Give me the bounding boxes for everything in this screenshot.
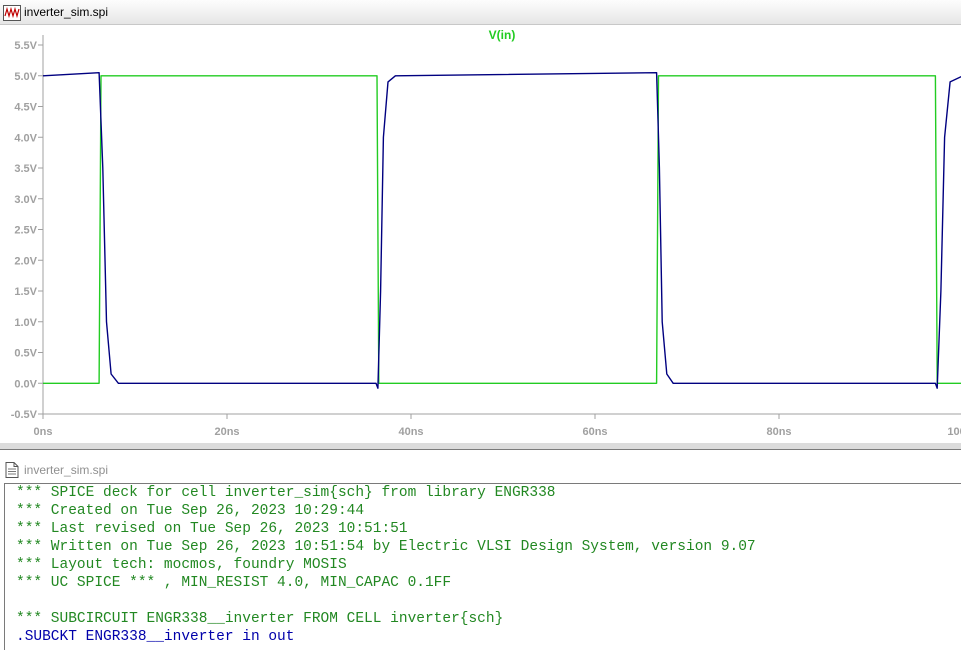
- trace-vout: [42, 72, 961, 389]
- code-line: *** UC SPICE *** , MIN_RESIST 4.0, MIN_C…: [16, 575, 452, 591]
- text-window-titlebar[interactable]: inverter_sim.spi: [0, 458, 961, 482]
- x-tick-label: 20ns: [214, 426, 239, 438]
- document-icon: [5, 462, 19, 478]
- waveform-window: inverter_sim.spi 5.5V 5.0V 4.5V 4.0V 3.5V 3.0…: [0, 0, 961, 444]
- plot-traces: [42, 72, 961, 389]
- y-tick-label: 2.5V: [14, 225, 37, 237]
- y-tick-label: 0.5V: [14, 348, 37, 360]
- spice-text-window: inverter_sim.spi *** SPICE deck for cell…: [0, 449, 961, 650]
- waveform-window-title: inverter_sim.spi: [24, 5, 109, 19]
- code-line: *** SUBCIRCUIT ENGR338__inverter FROM CE…: [16, 611, 504, 627]
- x-tick-label: 40ns: [398, 426, 423, 438]
- y-tick-label: 4.0V: [14, 132, 37, 144]
- spice-code-editor[interactable]: *** SPICE deck for cell inverter_sim{sch…: [4, 483, 961, 650]
- code-line: .SUBCKT ENGR338__inverter in out: [16, 629, 295, 645]
- y-tick-label: 1.5V: [14, 286, 37, 298]
- x-tick-label: 100ns: [947, 426, 961, 438]
- y-tick-label: -0.5V: [11, 409, 38, 421]
- plot-axes: 5.5V 5.0V 4.5V 4.0V 3.5V 3.0V 2.5V 2.0V 1.5V 1.0V…: [11, 35, 961, 438]
- trace-vin: [43, 75, 961, 384]
- y-tick-label: 3.5V: [14, 163, 37, 175]
- y-tick-label: 5.5V: [14, 40, 37, 52]
- x-tick-label: 80ns: [766, 426, 791, 438]
- code-line: *** Layout tech: mocmos, foundry MOSIS: [16, 557, 347, 573]
- y-tick-label: 1.0V: [14, 317, 37, 329]
- code-line: *** Last revised on Tue Sep 26, 2023 10:…: [16, 521, 408, 537]
- y-tick-label: 4.5V: [14, 102, 37, 114]
- waveform-window-titlebar[interactable]: inverter_sim.spi: [0, 0, 961, 25]
- x-tick-label: 0ns: [34, 426, 53, 438]
- x-tick-label: 60ns: [582, 426, 607, 438]
- y-tick-label: 5.0V: [14, 71, 37, 83]
- waveform-icon: [3, 5, 21, 21]
- y-tick-label: 0.0V: [14, 378, 37, 390]
- code-line: *** Created on Tue Sep 26, 2023 10:29:44: [16, 503, 365, 519]
- code-line: *** SPICE deck for cell inverter_sim{sch…: [16, 485, 556, 501]
- code-line: *** Written on Tue Sep 26, 2023 10:51:54…: [16, 539, 756, 555]
- text-window-title: inverter_sim.spi: [24, 463, 109, 477]
- y-tick-label: 3.0V: [14, 194, 37, 206]
- y-tick-label: 2.0V: [14, 255, 37, 267]
- trace-label-vin[interactable]: V(in): [489, 28, 516, 42]
- waveform-plot[interactable]: 5.5V 5.0V 4.5V 4.0V 3.5V 3.0V 2.5V 2.0V 1.5V 1.0V…: [0, 25, 961, 443]
